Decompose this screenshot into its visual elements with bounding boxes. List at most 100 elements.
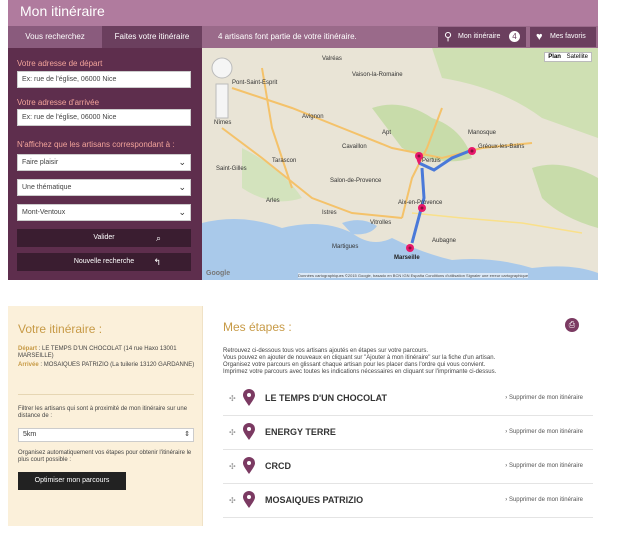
chevron-down-icon: ⌄	[178, 207, 186, 217]
theme-select[interactable]: Une thématique ⌄	[17, 179, 191, 196]
favorites-label: Mes favoris	[550, 33, 586, 40]
map-label-marseille: Marseille	[394, 255, 420, 261]
map-pin-4[interactable]	[406, 244, 414, 252]
map-label-tarascon: Tarascon	[272, 158, 297, 164]
intro-line: Retrouvez ci-dessous tous vos artisans a…	[223, 348, 429, 354]
arrivee-info: Arrivée : MOSAIQUES PATRIZIO (La tuileri…	[18, 362, 195, 368]
step-name: LE TEMPS D'UN CHOCOLAT	[265, 393, 387, 403]
optimize-button[interactable]: Optimiser mon parcours	[18, 472, 126, 490]
reset-icon: ↰	[153, 257, 161, 267]
step-item[interactable]: ✣ LE TEMPS D'UN CHOCOLAT › Supprimer de …	[223, 384, 593, 416]
steps-panel: Mes étapes : ⎙ Retrouvez ci-dessous tous…	[202, 306, 598, 526]
map-label-apt: Apt	[382, 130, 392, 136]
depart-label: Départ	[18, 346, 38, 352]
remove-step-link[interactable]: › Supprimer de mon itinéraire	[505, 395, 583, 401]
end-address-input[interactable]: Ex: rue de l'église, 06000 Nice	[17, 109, 191, 126]
validate-label: Valider	[93, 234, 115, 241]
start-address-input[interactable]: Ex: rue de l'église, 06000 Nice	[17, 71, 191, 88]
map-pin-icon	[243, 423, 255, 440]
tab-itinerary[interactable]: Faites votre itinéraire	[102, 26, 202, 48]
steps-intro: Retrouvez ci-dessous tous vos artisans a…	[223, 348, 583, 376]
page-title: Mon itinéraire	[20, 3, 105, 19]
drag-handle-icon[interactable]: ✣	[229, 462, 236, 471]
map-label-aubagne: Aubagne	[432, 238, 457, 244]
map-label-pont-saint-esprit: Pont-Saint-Esprit	[232, 80, 278, 86]
map-pin-icon: ⚲	[444, 31, 453, 43]
map-label-salon: Salon-de-Provence	[330, 178, 382, 184]
summary-title: Votre itinéraire :	[18, 322, 103, 336]
map-label-vaison: Vaison-la-Romaine	[352, 72, 403, 78]
area-select-value: Mont-Ventoux	[22, 209, 66, 216]
area-select[interactable]: Mont-Ventoux ⌄	[17, 204, 191, 221]
map-pin-icon	[243, 457, 255, 474]
filter-label: N'affichez que les artisans correspondan…	[17, 140, 175, 149]
step-item[interactable]: ✣ ENERGY TERRE › Supprimer de mon itinér…	[223, 418, 593, 450]
itinerary-summary: Votre itinéraire : Départ : LE TEMPS D'U…	[8, 306, 202, 526]
map-label-cavaillon: Cavaillon	[342, 144, 367, 150]
drag-handle-icon[interactable]: ✣	[229, 428, 236, 437]
map-pin-2[interactable]	[468, 147, 476, 155]
validate-button[interactable]: Valider ⌕	[17, 229, 191, 247]
map-label-nimes: Nîmes	[214, 120, 232, 126]
new-search-label: Nouvelle recherche	[73, 258, 135, 265]
remove-step-label: Supprimer de mon itinéraire	[508, 497, 583, 503]
chevron-down-icon: ⌄	[178, 182, 186, 192]
intro-line: Imprimez votre parcours avec toutes les …	[223, 369, 497, 375]
drag-handle-icon[interactable]: ✣	[229, 394, 236, 403]
purpose-select[interactable]: Faire plaisir ⌄	[17, 154, 191, 171]
map-label-greoux: Gréoux-les-Bains	[478, 144, 525, 150]
theme-select-value: Une thématique	[22, 184, 72, 191]
intro-line: Organisez votre parcours en glissant cha…	[223, 362, 486, 368]
step-item[interactable]: ✣ MOSAIQUES PATRIZIO › Supprimer de mon …	[223, 486, 593, 518]
search-panel: Votre adresse de départ Ex: rue de l'égl…	[8, 48, 202, 280]
route-map[interactable]: Nîmes Arles Avignon Apt Cavaillon Pertui…	[202, 48, 598, 280]
distance-select[interactable]: 5km ⇕	[18, 428, 194, 442]
map-label-martigues: Martigues	[332, 244, 359, 250]
map-type-toggle: Plan Satellite	[544, 52, 592, 62]
purpose-select-value: Faire plaisir	[22, 159, 59, 166]
step-name: CRCD	[265, 461, 291, 471]
page-header: Mon itinéraire	[8, 0, 598, 26]
map-pin-icon	[243, 491, 255, 508]
remove-step-link[interactable]: › Supprimer de mon itinéraire	[505, 497, 583, 503]
print-icon[interactable]: ⎙	[565, 318, 579, 332]
remove-step-link[interactable]: › Supprimer de mon itinéraire	[505, 429, 583, 435]
start-address-label: Votre adresse de départ	[17, 59, 103, 68]
step-item[interactable]: ✣ CRCD › Supprimer de mon itinéraire	[223, 452, 593, 484]
map-label-istres: Istres	[322, 210, 337, 216]
map-label-vitrolles: Vitrolles	[370, 220, 392, 226]
artisans-count-text: 4 artisans font partie de votre itinérai…	[218, 32, 357, 41]
map-label-aix: Aix-en-Provence	[398, 200, 443, 206]
intro-line: Vous pouvez en ajouter de nouveaux en cl…	[223, 355, 496, 361]
map-type-plan[interactable]: Plan	[548, 54, 561, 60]
favorites-button[interactable]: ♥ Mes favoris	[530, 27, 596, 47]
search-icon: ⌕	[155, 233, 161, 243]
filter-distance-text: Filtrer les artisans qui sont à proximit…	[18, 406, 188, 419]
distance-select-value: 5km	[23, 431, 37, 438]
map-label-valreas: Valréas	[322, 56, 342, 62]
divider	[18, 394, 194, 395]
my-itinerary-button[interactable]: ⚲ Mon itinéraire 4	[438, 27, 526, 47]
map-label-pertuis: Pertuis	[422, 158, 441, 164]
map-label-avignon: Avignon	[302, 114, 324, 120]
remove-step-link[interactable]: › Supprimer de mon itinéraire	[505, 463, 583, 469]
map-type-satellite[interactable]: Satellite	[567, 54, 588, 60]
map-label-arles: Arles	[266, 198, 280, 204]
remove-step-label: Supprimer de mon itinéraire	[508, 395, 583, 401]
map-label-manosque: Manosque	[468, 130, 497, 136]
chevron-down-icon: ⌄	[178, 157, 186, 167]
my-itinerary-label: Mon itinéraire	[458, 33, 501, 40]
tab-search[interactable]: Vous recherchez	[8, 26, 102, 48]
drag-handle-icon[interactable]: ✣	[229, 496, 236, 505]
itinerary-count-badge: 4	[509, 31, 520, 42]
tab-bar: Vous recherchez Faites votre itinéraire …	[8, 26, 598, 48]
end-address-label: Votre adresse d'arrivée	[17, 98, 100, 107]
map-google-logo: Google	[206, 270, 231, 277]
map-pin-icon	[243, 389, 255, 406]
depart-info: Départ : LE TEMPS D'UN CHOCOLAT (14 rue …	[18, 346, 177, 359]
step-name: ENERGY TERRE	[265, 427, 336, 437]
map-attribution: Données cartographiques ©2015 Google, ba…	[298, 273, 529, 278]
step-name: MOSAIQUES PATRIZIO	[265, 495, 364, 505]
steps-title: Mes étapes :	[223, 320, 292, 334]
new-search-button[interactable]: Nouvelle recherche ↰	[17, 253, 191, 271]
